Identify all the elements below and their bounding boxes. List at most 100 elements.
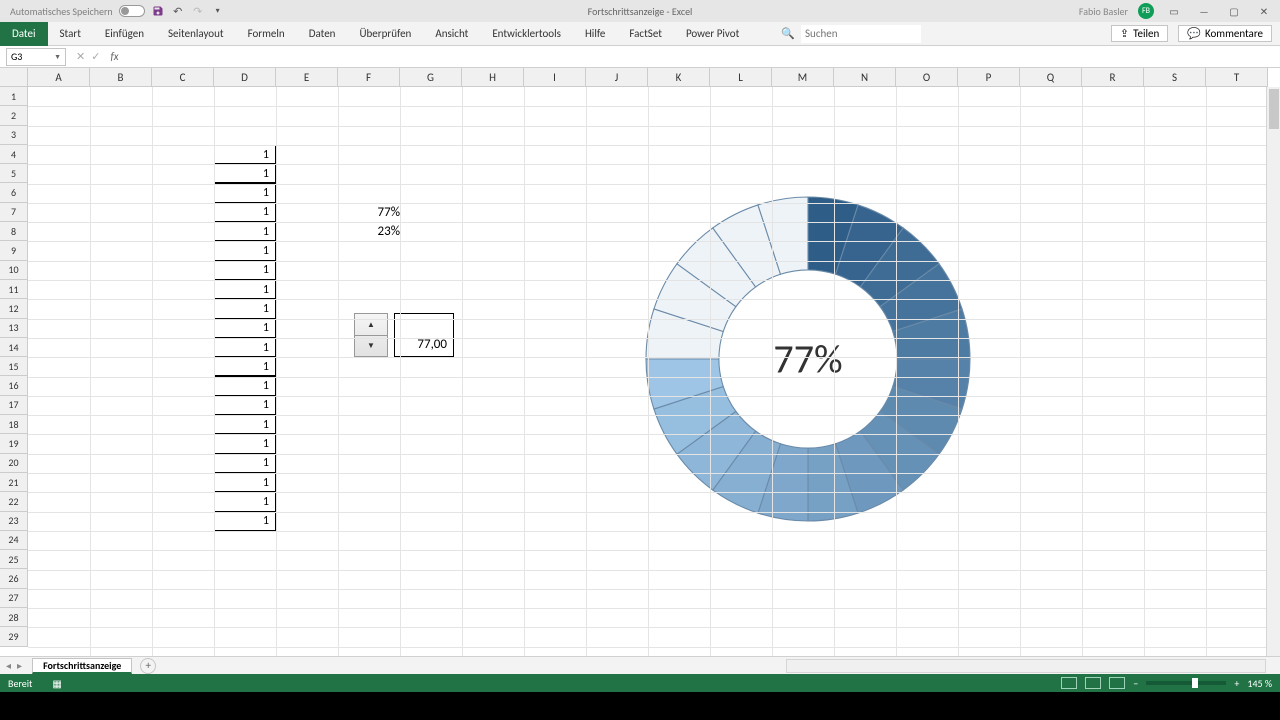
- row-header[interactable]: 16: [0, 376, 28, 395]
- column-header[interactable]: M: [772, 68, 834, 87]
- cell-percent-remaining[interactable]: 23%: [338, 224, 400, 239]
- record-macro-icon[interactable]: ▦: [52, 677, 61, 690]
- table-cell[interactable]: 1: [214, 299, 276, 318]
- vertical-scrollbar[interactable]: [1266, 87, 1280, 656]
- zoom-in-button[interactable]: +: [1234, 677, 1239, 690]
- column-header[interactable]: O: [896, 68, 958, 87]
- fx-label[interactable]: fx: [110, 50, 118, 63]
- share-button[interactable]: ⇪Teilen: [1111, 25, 1168, 42]
- column-header[interactable]: J: [586, 68, 648, 87]
- table-cell[interactable]: 1: [214, 415, 276, 434]
- column-header[interactable]: F: [338, 68, 400, 87]
- spreadsheet-grid[interactable]: ABCDEFGHIJKLMNOPQRST 1234567891011121314…: [0, 68, 1280, 656]
- row-header[interactable]: 14: [0, 338, 28, 357]
- table-cell[interactable]: 1: [214, 396, 276, 415]
- row-header[interactable]: 28: [0, 608, 28, 627]
- zoom-slider[interactable]: [1146, 681, 1226, 685]
- select-all-corner[interactable]: [0, 68, 28, 87]
- table-cell[interactable]: 1: [214, 454, 276, 473]
- comments-button[interactable]: 💬Kommentare: [1178, 25, 1272, 42]
- table-cell[interactable]: 1: [214, 261, 276, 280]
- cell-percent-filled[interactable]: 77%: [338, 205, 400, 220]
- row-header[interactable]: 10: [0, 261, 28, 280]
- column-header[interactable]: D: [214, 68, 276, 87]
- table-cell[interactable]: 1: [214, 319, 276, 338]
- table-cell[interactable]: 1: [214, 492, 276, 511]
- column-header[interactable]: P: [958, 68, 1020, 87]
- table-cell[interactable]: 1: [214, 512, 276, 531]
- chevron-down-icon[interactable]: ▼: [54, 52, 61, 61]
- table-cell[interactable]: 1: [214, 241, 276, 260]
- row-header[interactable]: 8: [0, 222, 28, 241]
- row-header[interactable]: 18: [0, 415, 28, 434]
- search-icon[interactable]: 🔍: [781, 27, 795, 40]
- row-header[interactable]: 6: [0, 183, 28, 202]
- zoom-level[interactable]: 145 %: [1247, 677, 1272, 690]
- add-sheet-button[interactable]: +: [140, 658, 156, 674]
- table-cell[interactable]: 1: [214, 338, 276, 357]
- tab-pagelayout[interactable]: Seitenlayout: [156, 22, 236, 46]
- column-header[interactable]: N: [834, 68, 896, 87]
- tab-start[interactable]: Start: [48, 22, 93, 46]
- tab-factset[interactable]: FactSet: [617, 22, 674, 46]
- row-header[interactable]: 24: [0, 531, 28, 550]
- table-cell[interactable]: 1: [214, 280, 276, 299]
- column-header[interactable]: A: [28, 68, 90, 87]
- spinner-value-cell[interactable]: 77,00: [394, 313, 454, 357]
- column-header[interactable]: E: [276, 68, 338, 87]
- tab-insert[interactable]: Einfügen: [93, 22, 156, 46]
- sheet-nav-prev-icon[interactable]: ▸: [17, 659, 22, 672]
- view-normal-button[interactable]: [1061, 677, 1077, 689]
- column-header[interactable]: Q: [1020, 68, 1082, 87]
- horizontal-scrollbar[interactable]: [786, 659, 1266, 673]
- table-cell[interactable]: 1: [214, 376, 276, 395]
- view-pagebreak-button[interactable]: [1109, 677, 1125, 689]
- row-header[interactable]: 23: [0, 512, 28, 531]
- column-header[interactable]: R: [1082, 68, 1144, 87]
- zoom-slider-thumb[interactable]: [1192, 678, 1198, 688]
- column-header[interactable]: H: [462, 68, 524, 87]
- zoom-out-button[interactable]: −: [1133, 677, 1138, 690]
- table-cell[interactable]: 1: [214, 145, 276, 164]
- row-header[interactable]: 26: [0, 569, 28, 588]
- tab-powerpivot[interactable]: Power Pivot: [674, 22, 751, 46]
- spinner-up-button[interactable]: ▲: [355, 314, 387, 335]
- row-header[interactable]: 5: [0, 164, 28, 183]
- column-header[interactable]: G: [400, 68, 462, 87]
- view-pagelayout-button[interactable]: [1085, 677, 1101, 689]
- tab-view[interactable]: Ansicht: [423, 22, 480, 46]
- cancel-formula-icon[interactable]: ✕: [76, 50, 85, 63]
- close-button[interactable]: ✕: [1254, 4, 1274, 18]
- row-header[interactable]: 9: [0, 241, 28, 260]
- name-box[interactable]: G3 ▼: [6, 48, 66, 66]
- row-header[interactable]: 17: [0, 396, 28, 415]
- row-header[interactable]: 13: [0, 319, 28, 338]
- cells-area[interactable]: 11111111111111111111 77% 23% ▲ ▼ 77,00 7…: [28, 87, 1266, 656]
- formula-input[interactable]: [123, 48, 1280, 66]
- tab-data[interactable]: Daten: [297, 22, 348, 46]
- row-header[interactable]: 15: [0, 357, 28, 376]
- tab-formulas[interactable]: Formeln: [236, 22, 297, 46]
- row-header[interactable]: 27: [0, 589, 28, 608]
- row-header[interactable]: 19: [0, 434, 28, 453]
- sheet-tab-active[interactable]: Fortschrittsanzeige: [32, 658, 132, 674]
- table-cell[interactable]: 1: [214, 203, 276, 222]
- column-header[interactable]: K: [648, 68, 710, 87]
- search-input[interactable]: [801, 25, 921, 43]
- tab-review[interactable]: Überprüfen: [347, 22, 423, 46]
- scrollbar-thumb[interactable]: [1269, 89, 1279, 129]
- tab-developer[interactable]: Entwicklertools: [480, 22, 573, 46]
- column-header[interactable]: I: [524, 68, 586, 87]
- row-header[interactable]: 2: [0, 106, 28, 125]
- maximize-button[interactable]: ▢: [1224, 4, 1244, 18]
- sheet-nav-first-icon[interactable]: ◂: [6, 659, 11, 672]
- redo-icon[interactable]: ↷: [191, 4, 205, 18]
- minimize-button[interactable]: —: [1194, 4, 1214, 18]
- table-cell[interactable]: 1: [214, 164, 276, 183]
- undo-icon[interactable]: ↶: [171, 4, 185, 18]
- enter-formula-icon[interactable]: ✓: [91, 50, 100, 63]
- row-header[interactable]: 3: [0, 126, 28, 145]
- tab-file[interactable]: Datei: [0, 22, 48, 46]
- row-header[interactable]: 4: [0, 145, 28, 164]
- column-header[interactable]: C: [152, 68, 214, 87]
